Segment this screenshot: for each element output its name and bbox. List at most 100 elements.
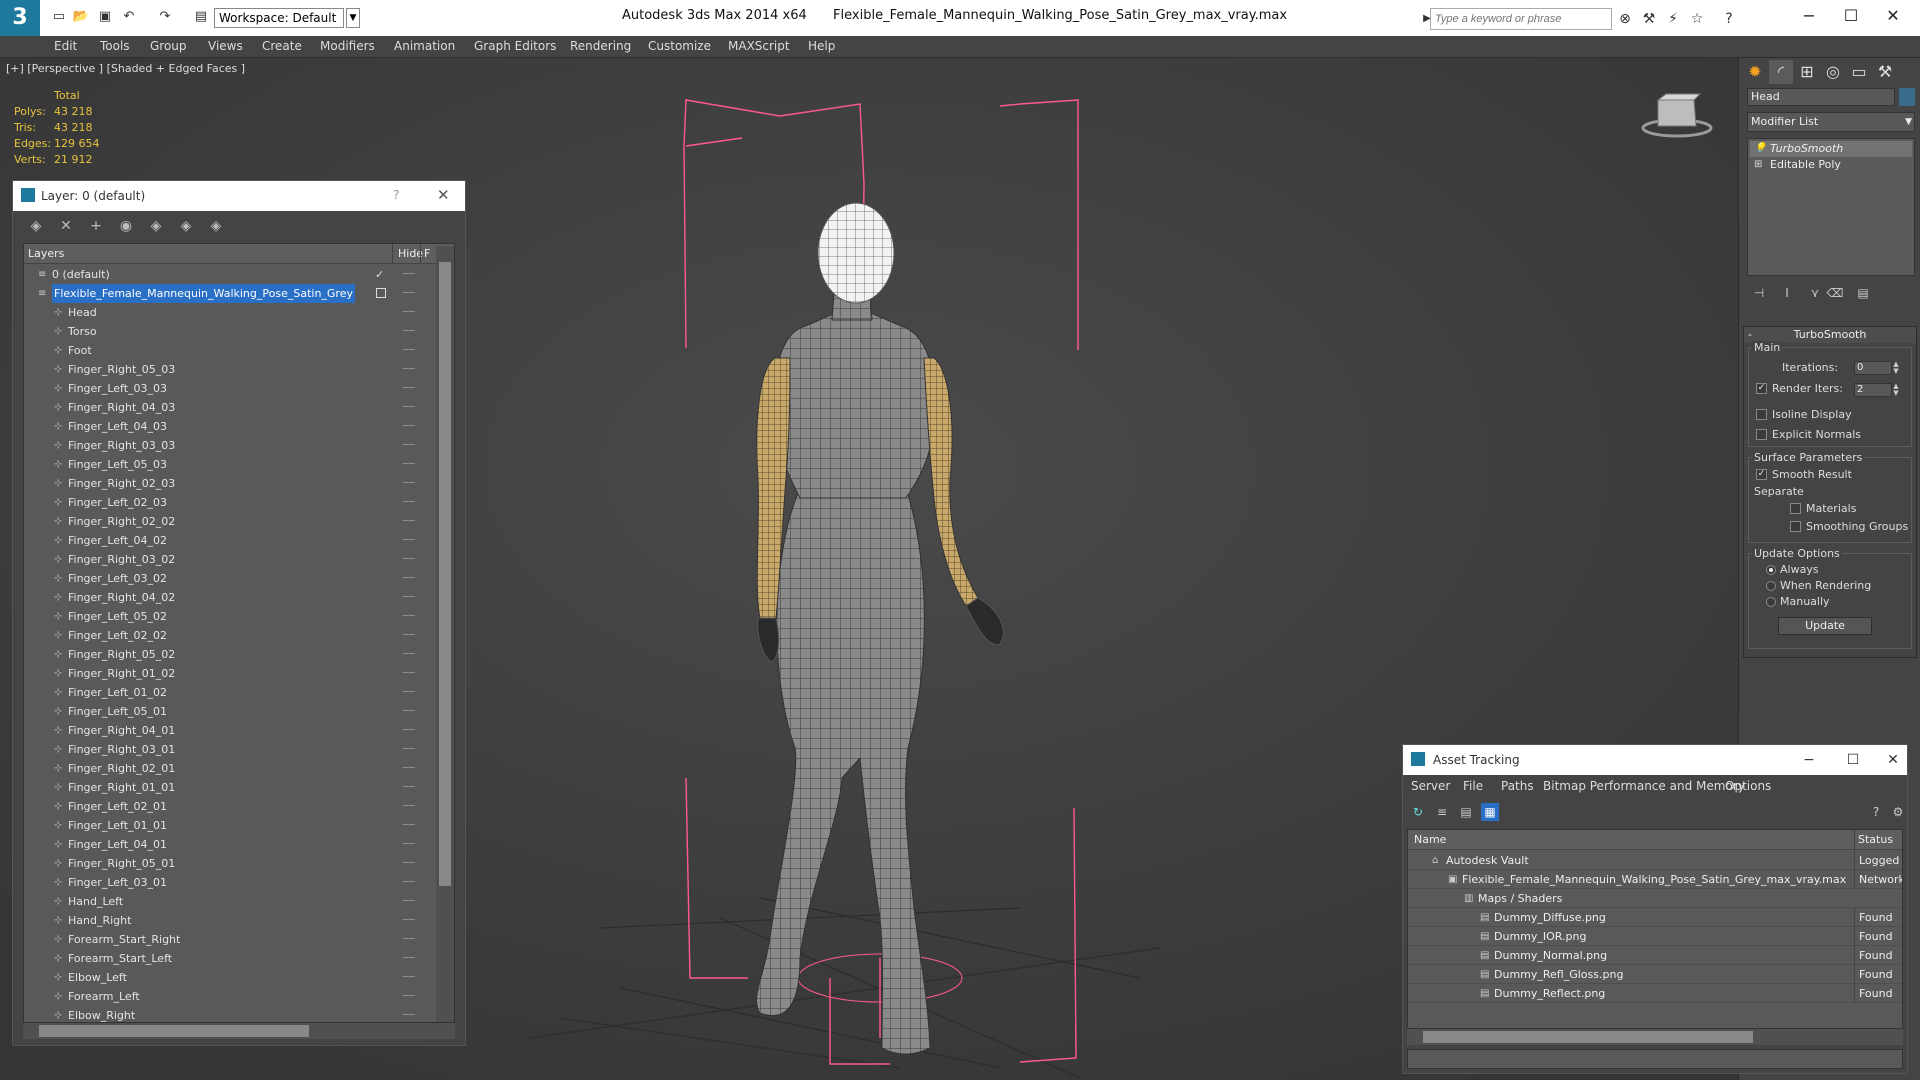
select-in-layer-icon[interactable]: ◉ [117, 217, 135, 235]
freeze-all-icon[interactable]: ◈ [207, 217, 225, 235]
smooth-result-checkbox[interactable]: ✓ [1756, 469, 1767, 480]
minimize-icon[interactable]: − [1794, 4, 1824, 28]
layer-row[interactable]: ⊹ Forearm_Start_Right ┄┄ [24, 930, 434, 949]
hide-toggle[interactable]: ┄┄ [403, 911, 415, 930]
iterations-spinner[interactable]: 0 [1854, 361, 1892, 375]
layer-row[interactable]: ⊹ Finger_Right_01_01 ┄┄ [24, 778, 434, 797]
add-to-layer-icon[interactable]: + [87, 217, 105, 235]
minimize-icon[interactable]: − [1795, 749, 1823, 771]
new-file-icon[interactable]: ▭ [50, 8, 68, 26]
menu-group[interactable]: Group [150, 39, 187, 53]
asset-row[interactable]: ▤ Dummy_Diffuse.png Found [1408, 908, 1902, 927]
update-button[interactable]: Update [1778, 617, 1872, 635]
object-name-field[interactable]: Head [1747, 88, 1895, 106]
layer-row[interactable]: ≡ 0 (default) ✓ ┄┄ [24, 265, 434, 284]
chevron-down-icon[interactable]: ▼ [346, 8, 360, 28]
hide-toggle[interactable]: ┄┄ [403, 854, 415, 873]
asset-row[interactable]: ▤ Dummy_IOR.png Found [1408, 927, 1902, 946]
show-end-result-icon[interactable]: Ⅰ [1777, 286, 1797, 304]
table-view-icon[interactable]: ▦ [1481, 803, 1499, 821]
layer-window-titlebar[interactable]: Layer: 0 (default) ? ✕ [13, 181, 465, 211]
scrollbar-thumb[interactable] [439, 262, 451, 886]
when-rendering-radio[interactable] [1766, 581, 1776, 591]
column-freeze[interactable]: F [424, 247, 430, 260]
column-name[interactable]: Name [1414, 833, 1446, 846]
configure-sets-icon[interactable]: ▤ [1853, 286, 1873, 304]
set-active-layer-box[interactable] [376, 288, 386, 298]
layer-row[interactable]: ⊹ Forearm_Start_Left ┄┄ [24, 949, 434, 968]
layer-row[interactable]: ⊹ Elbow_Left ┄┄ [24, 968, 434, 987]
utilities-tab-icon[interactable]: ⚒ [1873, 60, 1897, 84]
hide-toggle[interactable]: ┄┄ [403, 702, 415, 721]
hide-toggle[interactable]: ┄┄ [403, 284, 415, 303]
layer-row[interactable]: ⊹ Finger_Left_01_01 ┄┄ [24, 816, 434, 835]
hide-toggle[interactable]: ┄┄ [403, 987, 415, 1006]
layer-row[interactable]: ⊹ Finger_Left_03_03 ┄┄ [24, 379, 434, 398]
layer-row[interactable]: ⊹ Foot ┄┄ [24, 341, 434, 360]
hide-toggle[interactable]: ┄┄ [403, 531, 415, 550]
layer-row[interactable]: ⊹ Elbow_Right ┄┄ [24, 1006, 434, 1022]
communication-center-icon[interactable]: ⚡ [1664, 10, 1682, 28]
asset-row[interactable]: ▤ Dummy_Refl_Gloss.png Found [1408, 965, 1902, 984]
object-color-swatch[interactable] [1899, 88, 1915, 106]
open-file-icon[interactable]: 📂 [72, 8, 90, 26]
expand-icon[interactable]: ⊞ [1754, 157, 1762, 173]
layer-row[interactable]: ⊹ Finger_Right_04_03 ┄┄ [24, 398, 434, 417]
isoline-display-checkbox[interactable] [1756, 409, 1767, 420]
viewcube[interactable] [1640, 90, 1714, 140]
hide-toggle[interactable]: ┄┄ [403, 626, 415, 645]
layer-row[interactable]: ⊹ Finger_Right_02_02 ┄┄ [24, 512, 434, 531]
render-iters-spinner[interactable]: 2 [1854, 383, 1892, 397]
display-tab-icon[interactable]: ▭ [1847, 60, 1871, 84]
maximize-icon[interactable]: ☐ [1839, 749, 1867, 771]
layer-row[interactable]: ⊹ Finger_Left_05_01 ┄┄ [24, 702, 434, 721]
layer-row[interactable]: ⊹ Finger_Right_03_02 ┄┄ [24, 550, 434, 569]
hide-toggle[interactable]: ┄┄ [403, 455, 415, 474]
menu-tools[interactable]: Tools [100, 39, 130, 53]
refresh-icon[interactable]: ↻ [1409, 803, 1427, 821]
menu-maxscript[interactable]: MAXScript [728, 39, 790, 53]
spinner-arrows-icon[interactable]: ▲ ▼ [1892, 361, 1900, 375]
hide-toggle[interactable]: ┄┄ [403, 968, 415, 987]
remove-modifier-icon[interactable]: ⌫ [1825, 286, 1845, 304]
hide-toggle[interactable]: ┄┄ [403, 949, 415, 968]
hide-toggle[interactable]: ┄┄ [403, 797, 415, 816]
menu-edit[interactable]: Edit [54, 39, 77, 53]
hide-toggle[interactable]: ┄┄ [403, 322, 415, 341]
layer-row[interactable]: ⊹ Finger_Right_05_02 ┄┄ [24, 645, 434, 664]
undo-icon[interactable]: ↶ [120, 8, 138, 26]
layer-row[interactable]: ⊹ Hand_Right ┄┄ [24, 911, 434, 930]
layer-row[interactable]: ⊹ Finger_Left_05_03 ┄┄ [24, 455, 434, 474]
lightbulb-icon[interactable]: 💡 [1754, 141, 1766, 157]
column-status[interactable]: Status [1858, 833, 1893, 846]
stack-item-editable-poly[interactable]: ⊞ Editable Poly [1750, 157, 1912, 173]
hide-toggle[interactable]: ┄┄ [403, 930, 415, 949]
delete-layer-icon[interactable]: ✕ [57, 217, 75, 235]
create-tab-icon[interactable]: ✹ [1743, 60, 1767, 84]
manually-radio[interactable] [1766, 597, 1776, 607]
highlight-layer-icon[interactable]: ◈ [147, 217, 165, 235]
asset-row[interactable]: ▤ Dummy_Normal.png Found [1408, 946, 1902, 965]
layer-row[interactable]: ⊹ Finger_Right_05_03 ┄┄ [24, 360, 434, 379]
close-icon[interactable]: ✕ [437, 186, 450, 204]
layer-row[interactable]: ⊹ Finger_Right_04_01 ┄┄ [24, 721, 434, 740]
help-icon[interactable]: ? [393, 188, 399, 202]
hide-toggle[interactable]: ┄┄ [403, 550, 415, 569]
favorites-star-icon[interactable]: ☆ [1688, 10, 1706, 28]
list-view-icon[interactable]: ≡ [1433, 803, 1451, 821]
redo-icon[interactable]: ↷ [156, 8, 174, 26]
layer-row[interactable]: ⊹ Finger_Left_02_03 ┄┄ [24, 493, 434, 512]
pin-stack-icon[interactable]: ⊣ [1749, 286, 1769, 304]
make-unique-icon[interactable]: ⋎ [1805, 286, 1825, 304]
hide-toggle[interactable]: ┄┄ [403, 721, 415, 740]
hide-toggle[interactable]: ┄┄ [403, 569, 415, 588]
help-icon[interactable]: ? [1720, 10, 1738, 28]
asset-window-titlebar[interactable]: Asset Tracking − ☐ ✕ [1403, 745, 1907, 775]
hide-toggle[interactable]: ┄┄ [403, 892, 415, 911]
layer-row[interactable]: ≡ Flexible_Female_Mannequin_Walking_Pose_… [24, 284, 434, 303]
thumbnail-view-icon[interactable]: ▤ [1457, 803, 1475, 821]
hide-toggle[interactable]: ┄┄ [403, 1006, 415, 1022]
render-iters-checkbox[interactable]: ✓ [1756, 383, 1767, 394]
modify-tab-icon[interactable]: ◜ [1769, 60, 1793, 84]
scrollbar-thumb[interactable] [39, 1025, 309, 1037]
